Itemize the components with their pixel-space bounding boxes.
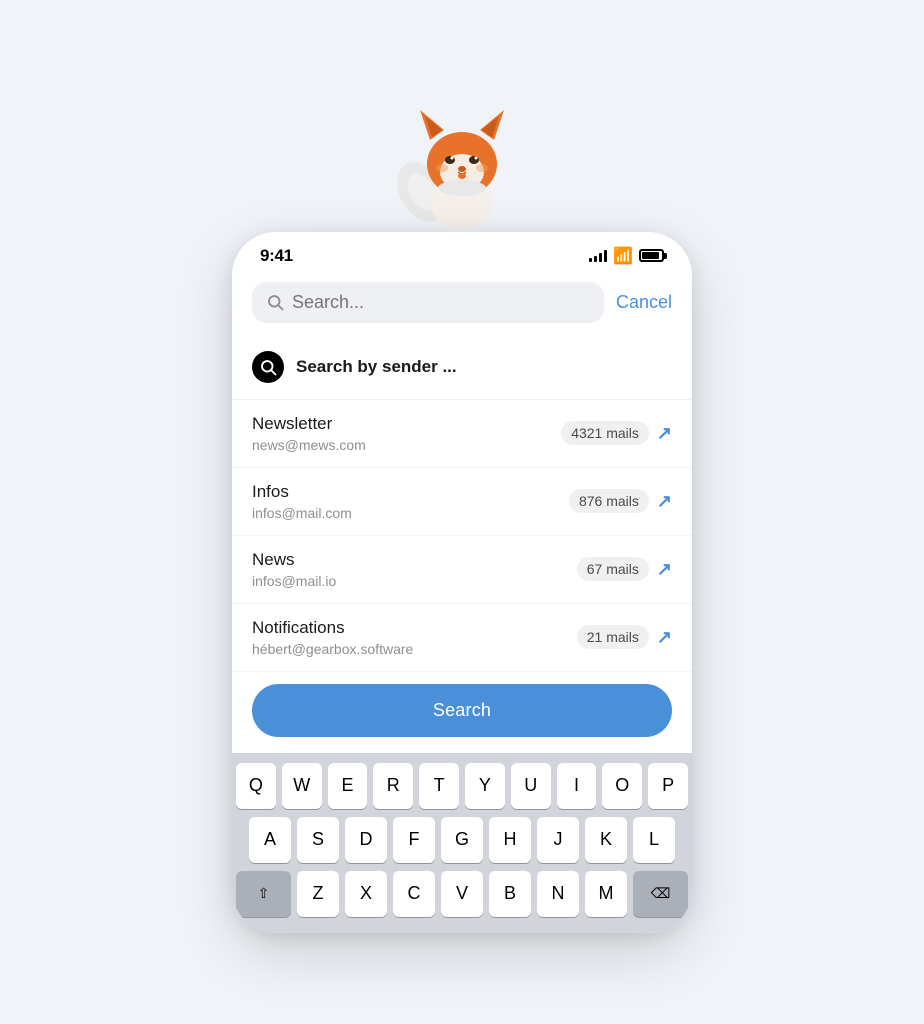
search-by-sender-row[interactable]: Search by sender ... [232, 335, 692, 400]
key-o[interactable]: O [602, 763, 642, 809]
cancel-button[interactable]: Cancel [616, 292, 672, 313]
key-a[interactable]: A [249, 817, 291, 863]
sender-email: news@mews.com [252, 437, 561, 453]
sender-name: Notifications [252, 618, 577, 638]
search-icon [266, 293, 284, 311]
key-shift[interactable]: ⇧ [236, 871, 291, 917]
key-p[interactable]: P [648, 763, 688, 809]
mail-count: 4321 mails [561, 421, 649, 445]
sender-info: News infos@mail.io [252, 550, 577, 589]
keyboard-row-1: Q W E R T Y U I O P [236, 763, 688, 809]
arrow-icon: ↗ [657, 423, 672, 444]
sender-search-icon [252, 351, 284, 383]
key-w[interactable]: W [282, 763, 322, 809]
key-q[interactable]: Q [236, 763, 276, 809]
sender-email: infos@mail.io [252, 573, 577, 589]
key-s[interactable]: S [297, 817, 339, 863]
key-m[interactable]: M [585, 871, 627, 917]
search-area: Cancel [232, 274, 692, 335]
keyboard-row-3: ⇧ Z X C V B N M ⌫ [236, 871, 688, 917]
sender-list: Search by sender ... Newsletter news@mew… [232, 335, 692, 753]
key-f[interactable]: F [393, 817, 435, 863]
key-e[interactable]: E [328, 763, 368, 809]
arrow-icon: ↗ [657, 627, 672, 648]
key-v[interactable]: V [441, 871, 483, 917]
mail-count: 876 mails [569, 489, 649, 513]
sender-right: 876 mails ↗ [569, 489, 672, 513]
sender-name: News [252, 550, 577, 570]
keyboard-row-2: A S D F G H J K L [236, 817, 688, 863]
key-h[interactable]: H [489, 817, 531, 863]
key-t[interactable]: T [419, 763, 459, 809]
arrow-icon: ↗ [657, 559, 672, 580]
key-y[interactable]: Y [465, 763, 505, 809]
search-by-sender-label: Search by sender ... [296, 357, 457, 377]
keyboard: Q W E R T Y U I O P A S D F G H J K [232, 753, 692, 933]
sender-right: 4321 mails ↗ [561, 421, 672, 445]
sender-item-notifications[interactable]: Notifications hébert@gearbox.software 21… [232, 604, 692, 672]
key-r[interactable]: R [373, 763, 413, 809]
key-u[interactable]: U [511, 763, 551, 809]
sender-info: Newsletter news@mews.com [252, 414, 561, 453]
signal-icon [589, 250, 607, 262]
key-l[interactable]: L [633, 817, 675, 863]
key-n[interactable]: N [537, 871, 579, 917]
wifi-icon: 📶 [613, 246, 633, 266]
sender-email: infos@mail.com [252, 505, 569, 521]
arrow-icon: ↗ [657, 491, 672, 512]
key-c[interactable]: C [393, 871, 435, 917]
sender-name: Infos [252, 482, 569, 502]
mail-count: 67 mails [577, 557, 649, 581]
sender-item-infos[interactable]: Infos infos@mail.com 876 mails ↗ [232, 468, 692, 536]
key-k[interactable]: K [585, 817, 627, 863]
key-d[interactable]: D [345, 817, 387, 863]
page-wrapper: 9:41 📶 [232, 92, 692, 933]
search-input-wrapper[interactable] [252, 282, 604, 323]
key-x[interactable]: X [345, 871, 387, 917]
key-j[interactable]: J [537, 817, 579, 863]
sender-right: 21 mails ↗ [577, 625, 672, 649]
mail-count: 21 mails [577, 625, 649, 649]
fox-mascot [392, 92, 532, 232]
status-icons: 📶 [589, 246, 664, 266]
key-delete[interactable]: ⌫ [633, 871, 688, 917]
sender-item-news[interactable]: News infos@mail.io 67 mails ↗ [232, 536, 692, 604]
search-button[interactable]: Search [252, 684, 672, 737]
key-z[interactable]: Z [297, 871, 339, 917]
sender-item-newsletter[interactable]: Newsletter news@mews.com 4321 mails ↗ [232, 400, 692, 468]
sender-info: Notifications hébert@gearbox.software [252, 618, 577, 657]
search-input[interactable] [292, 292, 590, 313]
search-button-area: Search [232, 672, 692, 753]
status-time: 9:41 [260, 246, 293, 266]
key-b[interactable]: B [489, 871, 531, 917]
sender-right: 67 mails ↗ [577, 557, 672, 581]
sender-email: hébert@gearbox.software [252, 641, 577, 657]
status-bar: 9:41 📶 [232, 232, 692, 274]
phone-frame: 9:41 📶 [232, 232, 692, 933]
sender-name: Newsletter [252, 414, 561, 434]
key-i[interactable]: I [557, 763, 597, 809]
key-g[interactable]: G [441, 817, 483, 863]
sender-info: Infos infos@mail.com [252, 482, 569, 521]
battery-icon [639, 249, 664, 262]
